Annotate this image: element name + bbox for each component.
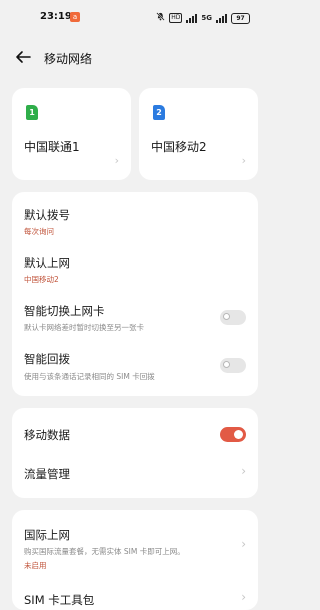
mobile-data-group: 移动数据 流量管理 › [12, 408, 258, 498]
sim-1-icon: 1 [26, 105, 38, 120]
network-type-icon: 5G [201, 14, 212, 22]
default-data-value: 中国移动2 [24, 275, 59, 284]
battery-icon: 97 [231, 12, 250, 24]
signal-icon-2 [216, 13, 227, 23]
smart-switch-row: 智能切换上网卡 默认卡网络差时暂时切换至另一张卡 [12, 296, 258, 344]
international-group: 国际上网 购买国际流量套餐，无需实体 SIM 卡即可上网。 未启用 › SIM … [12, 510, 258, 610]
status-icons: HD 5G 97 [156, 12, 250, 24]
data-usage-label: 流量管理 [24, 467, 70, 481]
chevron-right-icon: › [241, 537, 246, 551]
default-dial-label: 默认拨号 [24, 208, 70, 222]
sim-2-name: 中国移动2 [151, 140, 207, 154]
chevron-right-icon: › [114, 154, 119, 167]
mute-icon [156, 12, 165, 24]
default-settings-group: 默认拨号 每次询问 默认上网 中国移动2 智能切换上网卡 默认卡网络差时暂时切换… [12, 192, 258, 396]
mobile-data-label: 移动数据 [24, 428, 70, 442]
status-bar: 23:19 a HD 5G 97 [0, 0, 270, 34]
default-dial-value: 每次询问 [24, 227, 54, 236]
chevron-right-icon: › [241, 464, 246, 478]
default-data-label: 默认上网 [24, 256, 70, 270]
smart-callback-toggle[interactable] [220, 358, 246, 373]
sim-2-icon: 2 [153, 105, 165, 120]
smart-switch-toggle[interactable] [220, 310, 246, 325]
sim-card-2[interactable]: 2 中国移动2 › [139, 88, 258, 180]
status-time: 23:19 [40, 11, 72, 22]
sim-toolkit-label: SIM 卡工具包 [24, 593, 95, 607]
smart-callback-desc: 使用与该条通话记录相同的 SIM 卡回拨 [24, 372, 155, 381]
roaming-label: 国际上网 [24, 528, 70, 542]
smart-switch-desc: 默认卡网络差时暂时切换至另一张卡 [24, 323, 144, 332]
default-dial-row[interactable]: 默认拨号 每次询问 [12, 192, 258, 240]
default-data-row[interactable]: 默认上网 中国移动2 [12, 244, 258, 292]
smart-callback-row: 智能回拨 使用与该条通话记录相同的 SIM 卡回拨 [12, 346, 258, 394]
data-usage-row[interactable]: 流量管理 › [12, 453, 258, 498]
app-notification-icon: a [70, 12, 80, 22]
roaming-status: 未启用 [24, 561, 47, 570]
smart-callback-label: 智能回拨 [24, 352, 70, 366]
sim-toolkit-row[interactable]: SIM 卡工具包 › [12, 580, 258, 610]
sim-1-name: 中国联通1 [24, 140, 80, 154]
mobile-data-toggle[interactable] [220, 427, 246, 442]
sim-card-1[interactable]: 1 中国联通1 › [12, 88, 131, 180]
back-arrow-icon[interactable] [14, 48, 32, 66]
smart-switch-label: 智能切换上网卡 [24, 304, 105, 318]
signal-icon [186, 13, 198, 23]
chevron-right-icon: › [241, 590, 246, 604]
roaming-desc: 购买国际流量套餐，无需实体 SIM 卡即可上网。 [24, 547, 185, 556]
chevron-right-icon: › [241, 154, 246, 167]
roaming-row[interactable]: 国际上网 购买国际流量套餐，无需实体 SIM 卡即可上网。 未启用 › [12, 510, 258, 580]
page-title: 移动网络 [44, 52, 93, 66]
hd-voice-icon: HD [169, 13, 183, 23]
mobile-data-row[interactable]: 移动数据 [12, 408, 258, 453]
